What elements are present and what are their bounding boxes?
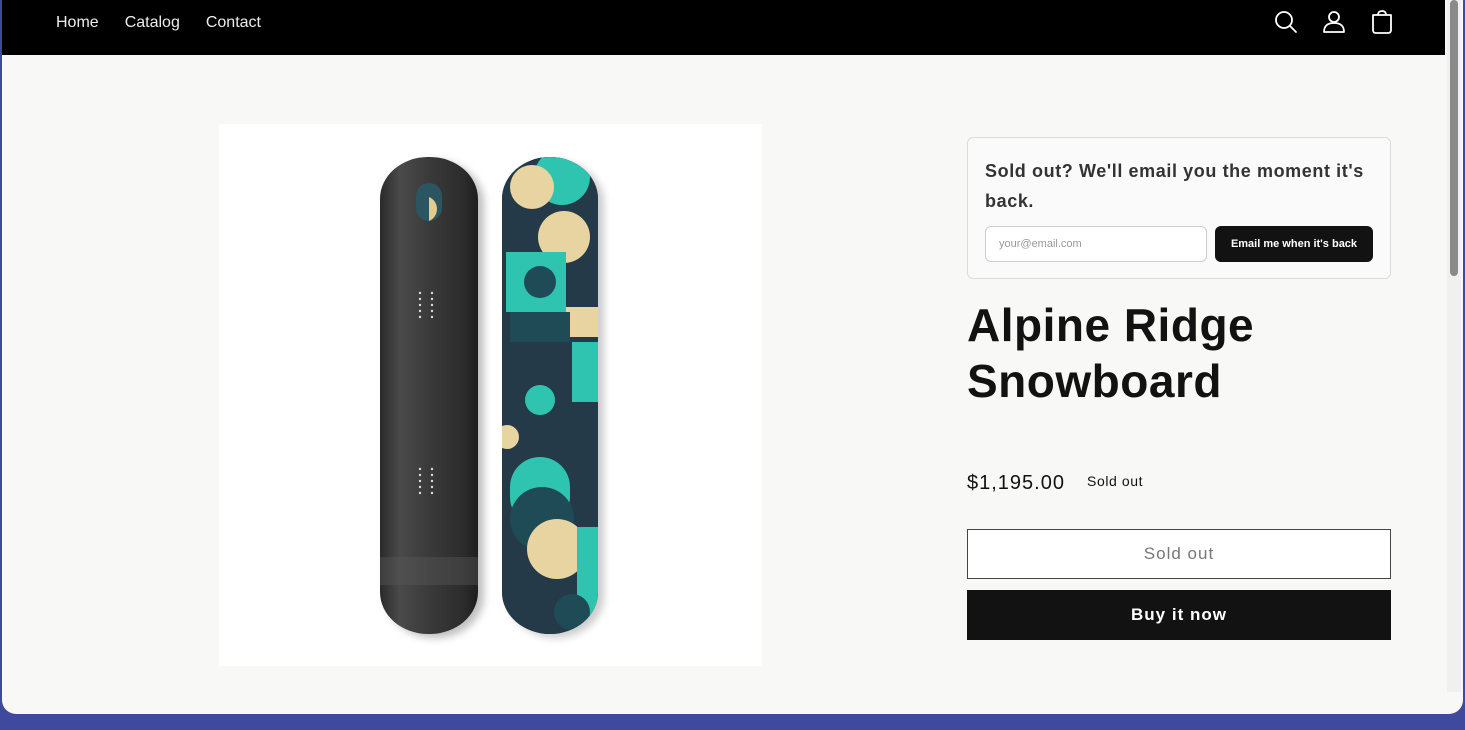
header-icons — [1273, 9, 1395, 35]
main-nav: Home Catalog Contact — [56, 14, 261, 32]
sold-out-badge: Sold out — [1087, 473, 1144, 489]
site-header: Home Catalog Contact — [2, 0, 1445, 55]
account-icon[interactable] — [1321, 9, 1347, 35]
back-in-stock-title: Sold out? We'll email you the moment it'… — [985, 161, 1364, 211]
back-in-stock-panel: Sold out? We'll email you the moment it'… — [967, 137, 1391, 279]
product-image[interactable] — [219, 124, 762, 666]
scrollbar-thumb[interactable] — [1450, 0, 1458, 276]
snowboard-pattern-image — [502, 157, 598, 634]
email-input[interactable] — [985, 226, 1207, 262]
buy-it-now-button[interactable]: Buy it now — [967, 590, 1391, 640]
notify-me-button[interactable]: Email me when it's back — [1215, 226, 1373, 262]
search-icon[interactable] — [1273, 9, 1299, 35]
nav-contact-link[interactable]: Contact — [206, 14, 261, 32]
sold-out-button[interactable]: Sold out — [967, 529, 1391, 579]
nav-catalog-link[interactable]: Catalog — [125, 14, 180, 32]
nav-home-link[interactable]: Home — [56, 14, 99, 32]
product-title: Alpine Ridge Snowboard — [967, 299, 1255, 407]
product-price: $1,195.00 — [967, 472, 1065, 494]
snowboard-black-image — [380, 157, 478, 634]
cart-icon[interactable] — [1369, 9, 1395, 35]
browser-window: Home Catalog Contact Sold out? We'll ema… — [2, 0, 1463, 714]
scrollbar[interactable] — [1447, 0, 1461, 692]
